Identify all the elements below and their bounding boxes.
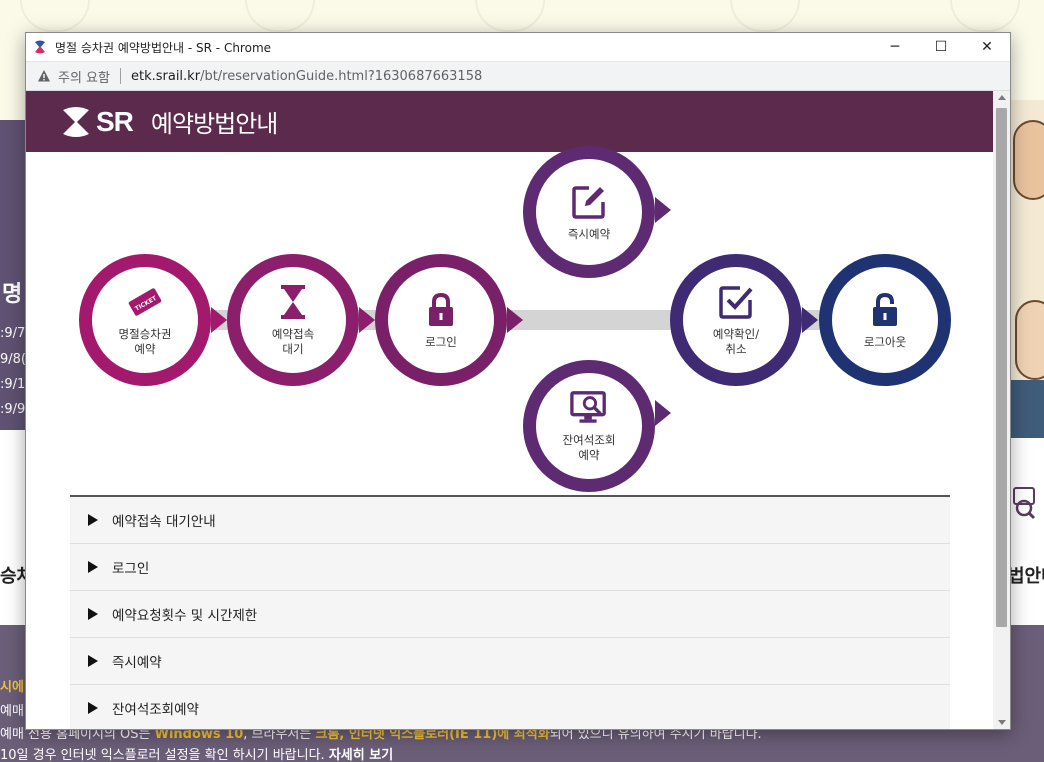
background-left-title: 명 (2, 282, 23, 307)
step-label: 로그아웃 (863, 334, 907, 349)
step-label: 즉시예약 (567, 226, 611, 241)
background-left-card (0, 430, 26, 625)
expand-triangle-icon (88, 608, 98, 620)
sr-favicon-icon (31, 38, 49, 56)
step-holiday-ticket: TICKET 명절승차권 예약 (79, 254, 227, 386)
step-arrow (655, 196, 671, 223)
step-label: 로그인 (425, 334, 457, 349)
warning-icon[interactable] (37, 69, 51, 83)
step-label: 예약확인/ 취소 (712, 327, 760, 356)
browser-popup-window: 명절 승차권 예약방법안내 - SR - Chrome ─ ☐ ✕ 주의 요함 … (25, 32, 1011, 730)
edit-icon (570, 183, 608, 221)
background-date: :9/7( (0, 326, 26, 341)
background-date: :9/9( (0, 402, 26, 417)
background-pattern (730, 0, 800, 32)
checkbox-icon (717, 283, 755, 321)
accordion-label: 예약접속 대기안내 (112, 514, 216, 530)
maximize-icon: ☐ (934, 39, 948, 55)
lock-icon (422, 291, 460, 329)
step-instant-reservation: 즉시예약 (523, 146, 671, 278)
scroll-up-arrow-icon[interactable] (998, 95, 1006, 100)
expand-triangle-icon (88, 655, 98, 667)
scrollbar-thumb[interactable] (996, 108, 1007, 627)
background-notice: 10일 경우 인터넷 익스플로러 설정을 확인 하시기 바랍니다. 자세히 보기 (0, 748, 394, 762)
accordion-item-wait-guide[interactable]: 예약접속 대기안내 (70, 497, 950, 544)
window-titlebar[interactable]: 명절 승차권 예약방법안내 - SR - Chrome ─ ☐ ✕ (26, 33, 1010, 62)
background-pattern (950, 0, 1020, 32)
ticket-icon: TICKET (126, 283, 164, 321)
background-person-illustration (1013, 120, 1044, 200)
sr-logo-text: SR (96, 105, 134, 137)
background-pattern (475, 0, 545, 32)
step-wait: 예약접속 대기 (227, 254, 375, 386)
accordion-label: 로그인 (112, 561, 150, 577)
background-left-heading: 승차 (0, 566, 26, 587)
accordion-item-remaining-seat[interactable]: 잔여석조회예약 (70, 685, 950, 729)
step-arrow (211, 307, 227, 333)
vertical-scrollbar[interactable] (993, 91, 1010, 729)
close-button[interactable]: ✕ (964, 33, 1010, 62)
step-arrow (359, 307, 375, 333)
step-label: 예약접속 대기 (271, 327, 315, 356)
background-person-illustration (1015, 300, 1044, 380)
sr-logo: SR (59, 105, 134, 138)
maximize-button[interactable]: ☐ (918, 33, 964, 62)
page-title: 예약방법안내 (150, 110, 278, 138)
page-viewport: SR 예약방법안내 TICKET 명절승차권 예약 예약접속 대기 로그인 즉시… (26, 91, 1010, 729)
expand-triangle-icon (88, 514, 98, 526)
scroll-down-arrow-icon[interactable] (998, 720, 1006, 725)
minimize-icon: ─ (890, 39, 900, 55)
step-arrow (802, 307, 818, 333)
step-logout: 로그아웃 (819, 254, 951, 386)
background-notice: 예매 (0, 704, 24, 719)
step-arrow (507, 307, 523, 333)
accordion-label: 즉시예약 (112, 655, 162, 671)
background-pattern (20, 0, 90, 32)
background-notice: 시에 (0, 680, 24, 695)
detail-link[interactable]: 자세히 보기 (329, 748, 393, 762)
unlock-icon (866, 291, 904, 329)
accordion-item-instant-reservation[interactable]: 즉시예약 (70, 638, 950, 685)
accordion-item-login[interactable]: 로그인 (70, 544, 950, 591)
background-hanbok-illustration (1011, 380, 1044, 438)
window-title: 명절 승차권 예약방법안내 - SR - Chrome (55, 40, 272, 55)
step-login: 로그인 (375, 254, 523, 386)
background-right-heading: 법안내 (1008, 566, 1044, 587)
accordion-item-request-limit[interactable]: 예약요청횟수 및 시간제한 (70, 591, 950, 638)
accordion-label: 예약요청횟수 및 시간제한 (112, 608, 258, 624)
background-date: :9/17 (0, 377, 26, 392)
background-date: 9/8( (0, 352, 26, 367)
sr-logo-icon (63, 106, 89, 137)
reservation-flow: TICKET 명절승차권 예약 예약접속 대기 로그인 즉시예약 잔여석조회 예… (26, 146, 993, 492)
url-text[interactable]: etk.srail.kr/bt/reservationGuide.html?16… (131, 69, 482, 84)
step-label: 명절승차권 예약 (118, 327, 172, 356)
step-confirm-cancel: 예약확인/ 취소 (670, 254, 818, 386)
monitor-search-icon (570, 389, 608, 427)
hourglass-icon (274, 283, 312, 321)
guide-accordion: 예약접속 대기안내 로그인 예약요청횟수 및 시간제한 즉시예약 잔여석조회예약 (70, 495, 950, 729)
calendar-search-icon (1012, 486, 1036, 520)
background-pattern (245, 0, 315, 32)
accordion-label: 잔여석조회예약 (112, 702, 199, 718)
security-warning-label[interactable]: 주의 요함 (58, 67, 110, 86)
step-remaining-seat-reservation: 잔여석조회 예약 (523, 360, 671, 492)
expand-triangle-icon (88, 561, 98, 573)
step-arrow (655, 400, 671, 427)
background-right-card (1011, 438, 1044, 625)
step-label: 잔여석조회 예약 (562, 433, 616, 462)
close-icon: ✕ (981, 39, 993, 55)
address-bar[interactable]: 주의 요함 etk.srail.kr/bt/reservationGuide.h… (26, 62, 1010, 91)
address-separator (119, 68, 121, 84)
expand-triangle-icon (88, 702, 98, 714)
page-header: SR 예약방법안내 (26, 91, 993, 152)
minimize-button[interactable]: ─ (872, 33, 918, 62)
